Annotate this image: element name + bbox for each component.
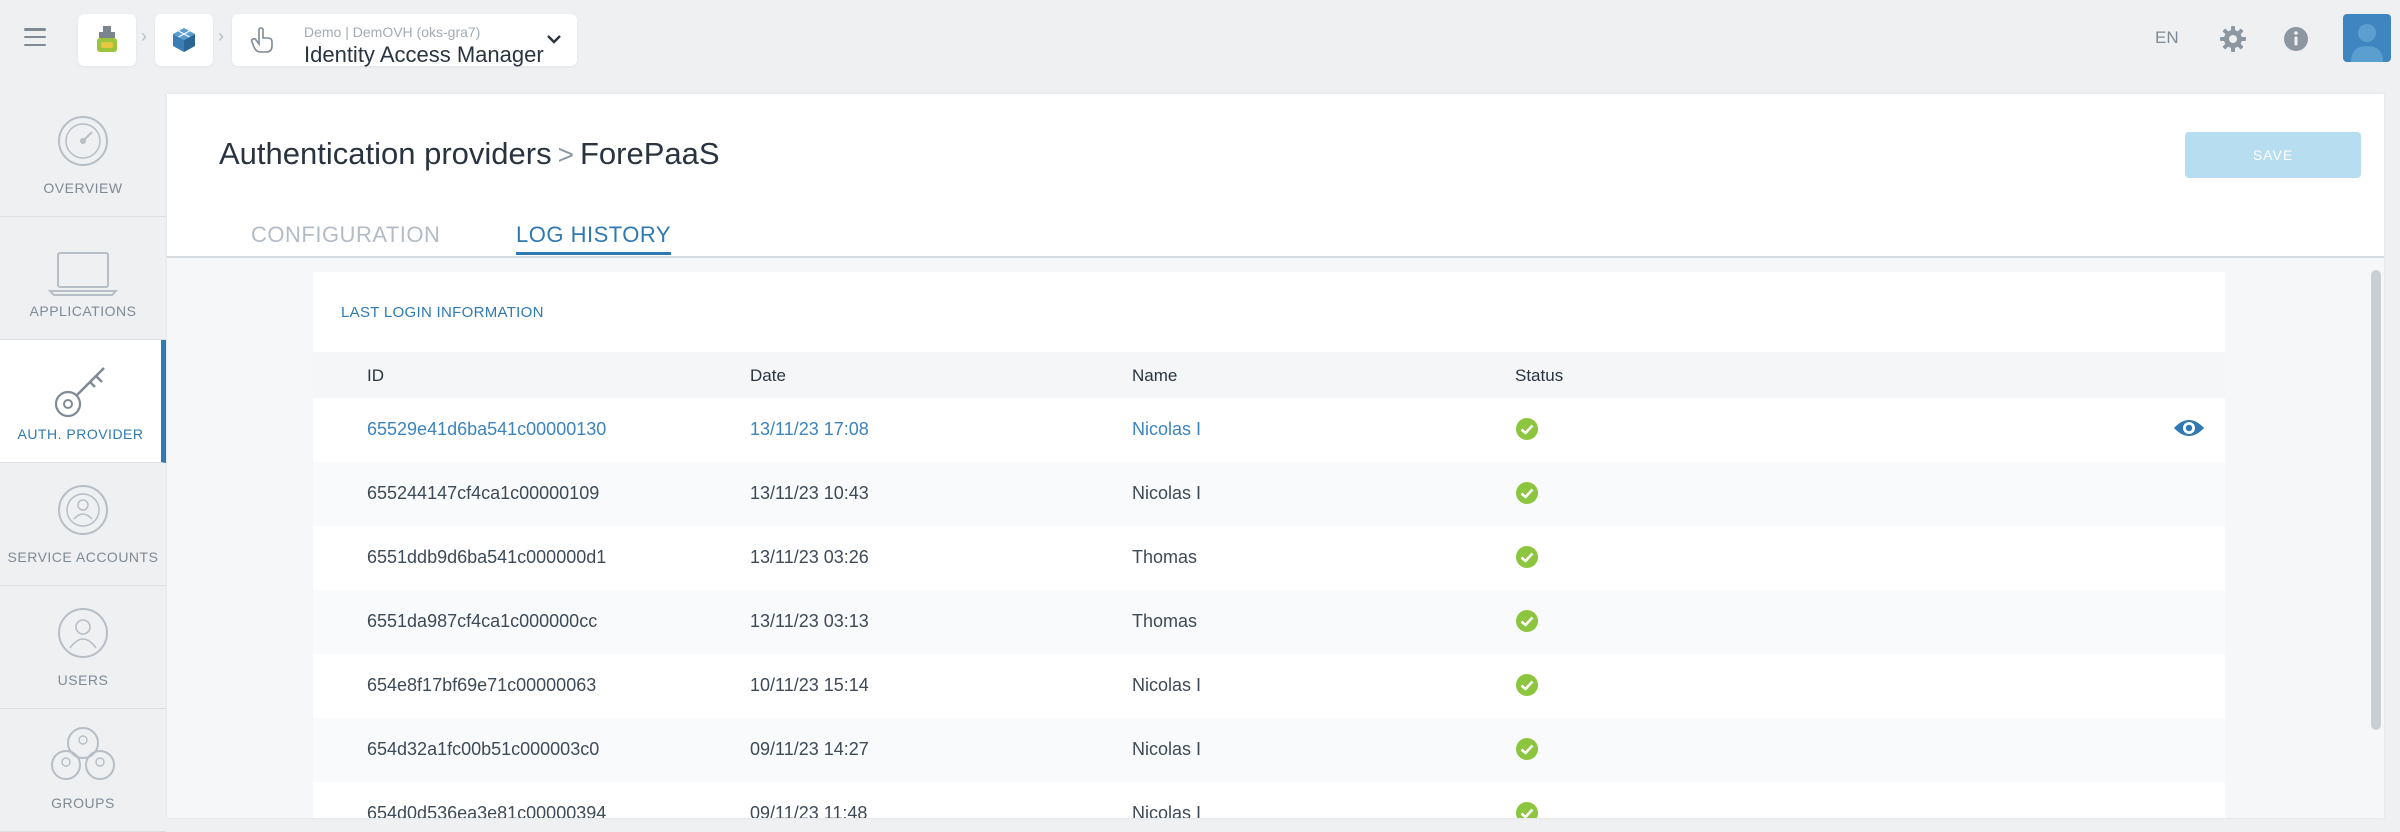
sidebar-item-auth-provider[interactable]: AUTH. PROVIDER (0, 340, 166, 463)
forepaas-home-button[interactable] (78, 14, 136, 66)
log-history-content: LAST LOGIN INFORMATION ID Date Name Stat… (167, 258, 2384, 818)
status-success-icon (1516, 546, 1538, 568)
table-row[interactable]: 654d32a1fc00b51c000003c0 09/11/23 14:27 … (313, 718, 2225, 782)
breadcrumb-current: ForePaaS (579, 136, 720, 171)
table-row[interactable]: 655244147cf4ca1c00000109 13/11/23 10:43 … (313, 462, 2225, 526)
table-row[interactable]: 65529e41d6ba541c00000130 13/11/23 17:08 … (313, 398, 2225, 462)
breadcrumb-separator-icon: › (141, 26, 147, 46)
cell-date: 13/11/23 17:08 (750, 419, 869, 439)
cell-id: 6551da987cf4ca1c000000cc (367, 611, 598, 631)
chevron-down-icon[interactable] (545, 30, 563, 48)
status-success-icon (1516, 674, 1538, 696)
column-header-date[interactable]: Date (750, 366, 786, 386)
user-icon (58, 608, 108, 658)
cell-date: 09/11/23 14:27 (750, 739, 869, 759)
sidebar-item-applications[interactable]: APPLICATIONS (0, 217, 166, 340)
forepaas-logo-icon (97, 26, 117, 52)
section-title: LAST LOGIN INFORMATION (341, 304, 544, 321)
cell-id: 654d32a1fc00b51c000003c0 (367, 739, 600, 759)
sidebar-item-groups[interactable]: GROUPS (0, 709, 166, 832)
sidebar-item-service-accounts[interactable]: SERVICE ACCOUNTS (0, 463, 166, 586)
hand-pointer-icon (250, 27, 273, 53)
cell-name: Nicolas I (1132, 803, 1202, 818)
tab-bar: CONFIGURATION LOG HISTORY (167, 222, 2384, 258)
cell-id: 655244147cf4ca1c00000109 (367, 483, 600, 503)
gear-icon[interactable] (2218, 24, 2248, 54)
eye-icon[interactable] (2173, 416, 2205, 440)
cell-date: 13/11/23 03:13 (750, 611, 869, 631)
sidebar-label-auth-provider: AUTH. PROVIDER (17, 426, 144, 442)
sidebar-item-overview[interactable]: OVERVIEW (0, 94, 166, 217)
cell-name: Thomas (1132, 611, 1198, 631)
project-cube-icon (173, 28, 195, 52)
status-success-icon (1516, 418, 1538, 440)
project-button[interactable] (155, 14, 213, 66)
column-header-name[interactable]: Name (1132, 366, 1177, 386)
status-success-icon (1516, 482, 1538, 504)
user-silhouette-icon (2351, 24, 2383, 62)
tab-configuration[interactable]: CONFIGURATION (251, 222, 440, 252)
scrollbar-thumb[interactable] (2371, 270, 2381, 730)
language-selector[interactable]: EN (2155, 28, 2179, 48)
group-icon (51, 727, 115, 780)
sidebar-item-users[interactable]: USERS (0, 586, 166, 709)
breadcrumb-separator-icon: › (218, 26, 224, 46)
status-success-icon (1516, 802, 1538, 818)
cell-id: 654d0d536ea3e81c00000394 (367, 803, 607, 818)
breadcrumb-root[interactable]: Authentication providers (219, 136, 552, 171)
sidebar-label-overview: OVERVIEW (43, 180, 123, 196)
cell-name: Nicolas I (1132, 675, 1202, 695)
menu-icon[interactable] (24, 28, 46, 46)
laptop-icon (48, 252, 118, 296)
service-account-icon (58, 485, 108, 535)
cell-name: Nicolas I (1132, 483, 1202, 503)
app-name: Identity Access Manager (304, 42, 544, 67)
cell-id: 654e8f17bf69e71c00000063 (367, 675, 597, 695)
table-row[interactable]: 6551da987cf4ca1c000000cc 13/11/23 03:13 … (313, 590, 2225, 654)
breadcrumb-separator: > (557, 139, 574, 170)
app-subtitle: Demo | DemOVH (oks-gra7) (304, 24, 481, 40)
page-title: Authentication providers > ForePaaS (219, 136, 720, 172)
cell-date: 09/11/23 11:48 (750, 803, 868, 818)
info-icon[interactable] (2282, 25, 2310, 53)
cell-name: Nicolas I (1132, 419, 1202, 439)
table-row[interactable]: 654e8f17bf69e71c00000063 10/11/23 15:14 … (313, 654, 2225, 718)
table-row[interactable]: 6551ddb9d6ba541c000000d1 13/11/23 03:26 … (313, 526, 2225, 590)
status-success-icon (1516, 738, 1538, 760)
cell-date: 13/11/23 03:26 (750, 547, 869, 567)
table-row[interactable]: 654d0d536ea3e81c00000394 09/11/23 11:48 … (313, 782, 2225, 818)
sidebar-label-applications: APPLICATIONS (29, 303, 137, 319)
user-avatar[interactable] (2343, 14, 2391, 62)
save-button[interactable]: SAVE (2185, 132, 2361, 178)
sidebar-label-users: USERS (57, 672, 109, 688)
main-panel: Authentication providers > ForePaaS SAVE C… (167, 94, 2384, 818)
cell-name: Nicolas I (1132, 739, 1202, 759)
table-header: ID Date Name Status (313, 352, 2225, 398)
cell-date: 13/11/23 10:43 (750, 483, 869, 503)
key-icon (54, 367, 105, 418)
sidebar-label-service-accounts: SERVICE ACCOUNTS (7, 549, 159, 565)
cell-date: 10/11/23 15:14 (750, 675, 869, 695)
app-switcher[interactable]: Demo | DemOVH (oks-gra7) Identity Access… (232, 14, 577, 67)
sidebar: OVERVIEW APPLICATIONS AUTH. PROVIDER SER… (0, 94, 166, 832)
last-login-card: LAST LOGIN INFORMATION ID Date Name Stat… (313, 272, 2225, 818)
top-bar: › › Demo | DemOVH (oks-gra7) Identity Ac… (0, 0, 2400, 78)
vertical-scrollbar[interactable] (2371, 262, 2381, 818)
column-header-id[interactable]: ID (367, 366, 384, 386)
cell-id: 65529e41d6ba541c00000130 (367, 419, 607, 439)
cell-id: 6551ddb9d6ba541c000000d1 (367, 547, 607, 567)
status-success-icon (1516, 610, 1538, 632)
cell-name: Thomas (1132, 547, 1198, 567)
tab-log-history[interactable]: LOG HISTORY (516, 222, 672, 255)
sidebar-label-groups: GROUPS (51, 795, 115, 811)
dashboard-gauge-icon (58, 116, 108, 166)
column-header-status[interactable]: Status (1515, 366, 1563, 386)
